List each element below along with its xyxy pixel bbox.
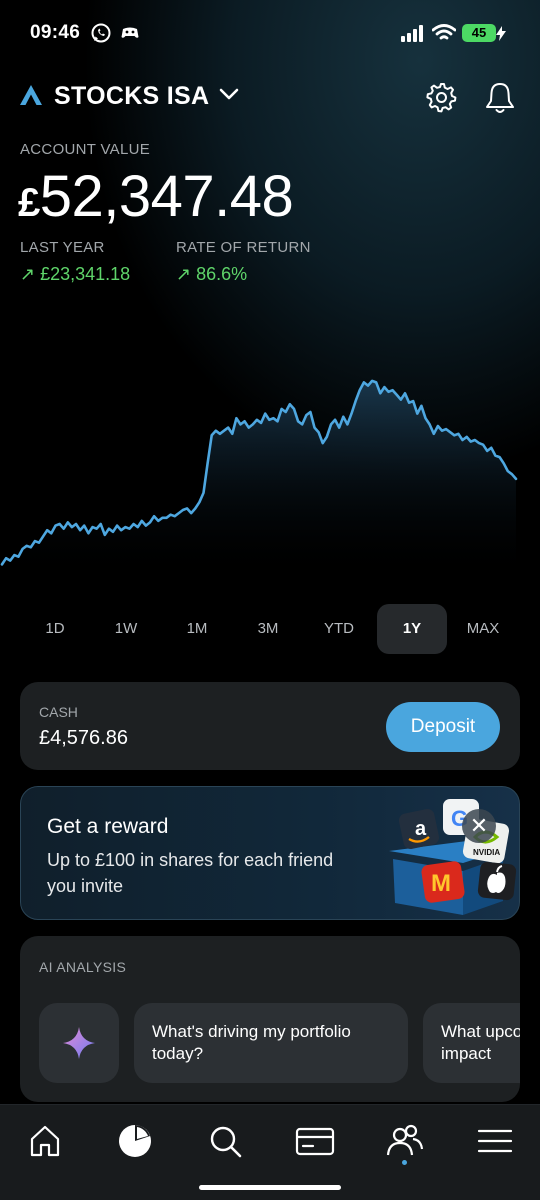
account-value-amount: 52,347.48 [39, 164, 294, 229]
reward-subtitle: Up to £100 in shares for each friend you… [47, 850, 334, 896]
ai-assistant-button[interactable] [39, 1003, 119, 1083]
account-value: £52,347.48 [18, 162, 294, 238]
account-selector[interactable]: STOCKS ISA [54, 82, 209, 111]
wifi-icon [432, 24, 456, 40]
range-tab-3m[interactable]: 3M [233, 604, 303, 654]
brand-logo-icon [20, 85, 42, 105]
time-range-selector: 1D 1W 1M 3M YTD 1Y MAX [20, 604, 520, 654]
range-tab-max[interactable]: MAX [448, 604, 518, 654]
status-bar: 09:46 45 [0, 0, 540, 68]
currency-symbol: £ [18, 181, 40, 225]
deposit-button[interactable]: Deposit [386, 702, 500, 752]
cash-value: £4,576.86 [39, 727, 128, 749]
reward-title: Get a reward [47, 815, 169, 838]
rate-of-return-value: ↗ 86.6% [176, 264, 248, 284]
battery-indicator: 45 [462, 24, 496, 42]
whatsapp-icon [91, 23, 111, 43]
cellular-signal-icon [401, 25, 423, 42]
mcdonalds-logo-tile: M [421, 861, 465, 903]
apple-logo-tile [477, 861, 517, 901]
range-tab-1m[interactable]: 1M [162, 604, 232, 654]
game-controller-icon [121, 27, 139, 38]
charging-bolt-icon [496, 26, 506, 41]
ai-analysis-card: AI ANALYSIS What's driving my portfolio … [20, 936, 520, 1102]
bottom-navigation [0, 1104, 540, 1200]
chevron-down-icon[interactable] [218, 86, 240, 102]
dismiss-reward-button[interactable]: ✕ [462, 809, 496, 843]
svg-text:NVIDIA: NVIDIA [473, 848, 500, 857]
cash-label: CASH [39, 704, 78, 720]
home-icon[interactable] [25, 1121, 65, 1161]
ai-prompt-chip[interactable]: What's driving my portfolio today? [134, 1003, 408, 1083]
range-tab-ytd[interactable]: YTD [304, 604, 374, 654]
svg-text:M: M [431, 870, 451, 897]
nav-notification-dot [402, 1160, 407, 1165]
amazon-logo-tile: a [398, 808, 440, 850]
range-tab-1d[interactable]: 1D [20, 604, 90, 654]
account-header: STOCKS ISA [0, 78, 540, 118]
search-icon[interactable] [205, 1121, 245, 1161]
last-year-gain: ↗ £23,341.18 [20, 264, 131, 284]
menu-icon[interactable] [475, 1121, 515, 1161]
status-time: 09:46 [30, 22, 81, 43]
performance-chart[interactable] [0, 370, 540, 580]
range-tab-1y[interactable]: 1Y [377, 604, 447, 654]
account-value-label: ACCOUNT VALUE [20, 141, 151, 158]
notifications-bell-icon[interactable] [484, 81, 516, 115]
cash-card: CASH £4,576.86 Deposit [20, 682, 520, 770]
sparkle-icon [63, 1027, 95, 1059]
range-tab-1w[interactable]: 1W [91, 604, 161, 654]
svg-text:a: a [415, 818, 427, 840]
home-indicator [199, 1185, 341, 1190]
chart-area-fill [2, 380, 516, 580]
last-year-label: LAST YEAR [20, 239, 105, 256]
settings-gear-icon[interactable] [425, 81, 457, 113]
friends-icon[interactable] [385, 1121, 425, 1161]
reward-gift-box-illustration: a G NVIDIA M [389, 799, 517, 915]
portfolio-pie-icon[interactable] [115, 1121, 155, 1161]
rate-of-return-label: RATE OF RETURN [176, 239, 311, 256]
ai-analysis-label: AI ANALYSIS [39, 959, 127, 975]
card-icon[interactable] [295, 1121, 335, 1161]
reward-banner[interactable]: Get a reward Up to £100 in shares for ea… [20, 786, 520, 920]
ai-prompt-chip[interactable]: What upcoming events could impact [423, 1003, 520, 1083]
